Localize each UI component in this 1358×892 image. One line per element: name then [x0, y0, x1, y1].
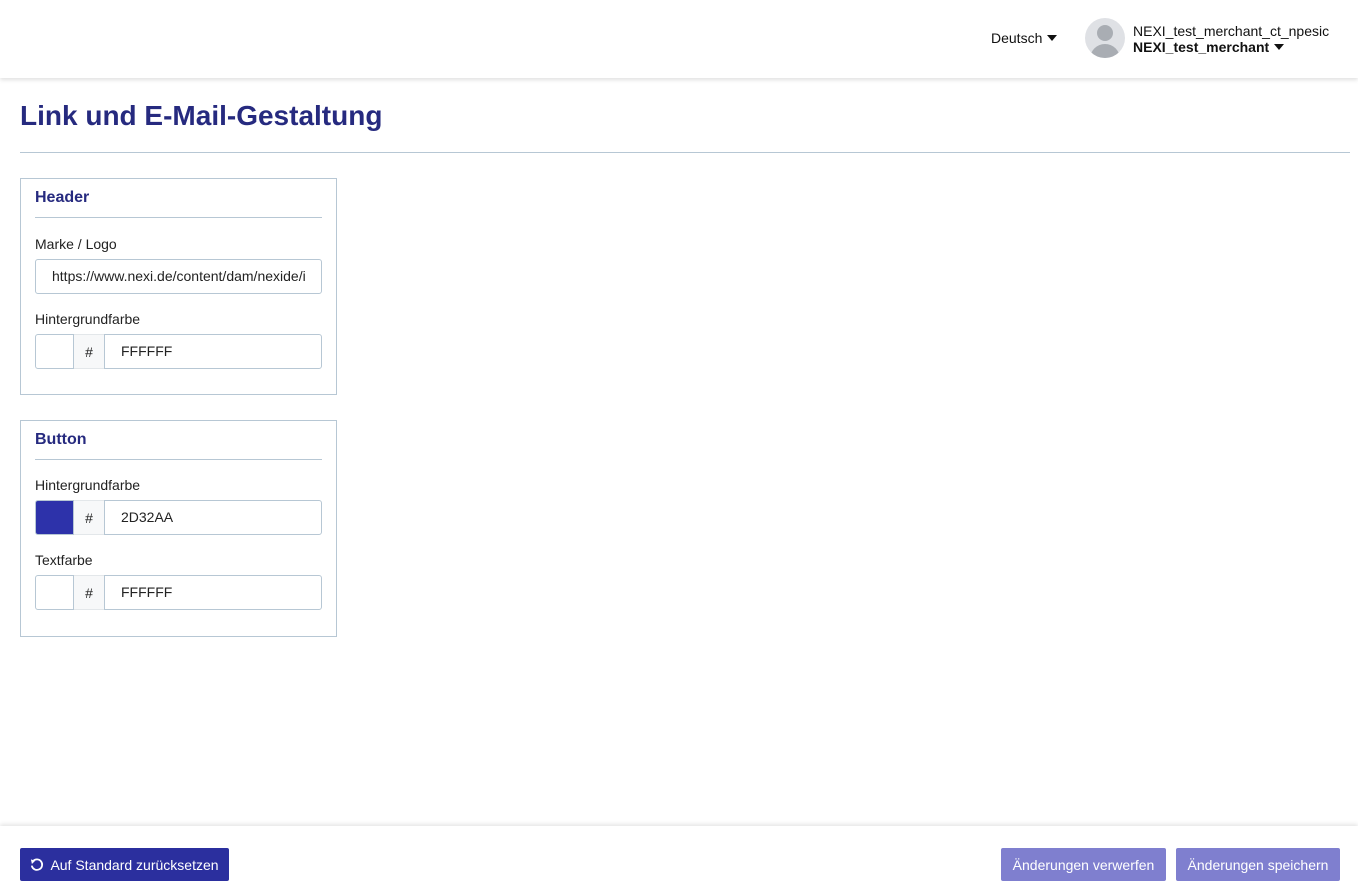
header-bg-color-label: Hintergrundfarbe: [35, 311, 141, 327]
user-name: NEXI_test_merchant_ct_npesic: [1133, 23, 1330, 39]
caret-down-icon: [1047, 35, 1058, 41]
logo-label: Marke / Logo: [35, 236, 117, 252]
button-settings-card: Button Hintergrundfarbe # 2D32AA Textfar…: [20, 420, 337, 637]
button-card-title: Button: [35, 421, 322, 460]
header-card-title: Header: [35, 179, 322, 218]
caret-down-icon: [1274, 44, 1285, 50]
reset-button-label: Auf Standard zurücksetzen: [50, 856, 219, 873]
title-divider: [20, 152, 1350, 153]
header-bg-color-input[interactable]: FFFFFF: [104, 334, 322, 369]
header-bg-color-row: # FFFFFF: [35, 334, 322, 369]
header-settings-card: Header Marke / Logo https://www.nexi.de/…: [20, 178, 337, 395]
button-bg-color-row: # 2D32AA: [35, 500, 322, 535]
hash-prefix: #: [74, 575, 104, 610]
save-changes-button[interactable]: Änderungen speichern: [1176, 848, 1340, 881]
language-selector[interactable]: Deutsch: [991, 30, 1058, 46]
language-label: Deutsch: [991, 30, 1043, 46]
button-text-color-label: Textfarbe: [35, 552, 93, 568]
merchant-selector[interactable]: NEXI_test_merchant: [1133, 39, 1329, 55]
top-bar: Deutsch NEXI_test_merchant_ct_npesic NEX…: [0, 0, 1358, 78]
button-bg-color-swatch[interactable]: [35, 500, 74, 535]
button-bg-color-input[interactable]: 2D32AA: [104, 500, 322, 535]
hash-prefix: #: [74, 334, 104, 369]
merchant-name: NEXI_test_merchant: [1133, 39, 1270, 55]
user-avatar-icon[interactable]: [1085, 18, 1125, 58]
undo-icon: [31, 858, 44, 871]
hash-prefix: #: [74, 500, 104, 535]
user-info: NEXI_test_merchant_ct_npesic NEXI_test_m…: [1133, 23, 1329, 55]
button-text-color-swatch[interactable]: [35, 575, 74, 610]
logo-url-input[interactable]: https://www.nexi.de/content/dam/nexide/i: [35, 259, 322, 294]
button-bg-color-label: Hintergrundfarbe: [35, 477, 141, 493]
button-text-color-row: # FFFFFF: [35, 575, 322, 610]
footer-bar: Auf Standard zurücksetzen Änderungen ver…: [0, 826, 1358, 892]
button-text-color-input[interactable]: FFFFFF: [104, 575, 322, 610]
page-title: Link und E-Mail-Gestaltung: [20, 100, 383, 131]
discard-changes-button[interactable]: Änderungen verwerfen: [1001, 848, 1166, 881]
reset-to-default-button[interactable]: Auf Standard zurücksetzen: [20, 848, 229, 881]
header-bg-color-swatch[interactable]: [35, 334, 74, 369]
